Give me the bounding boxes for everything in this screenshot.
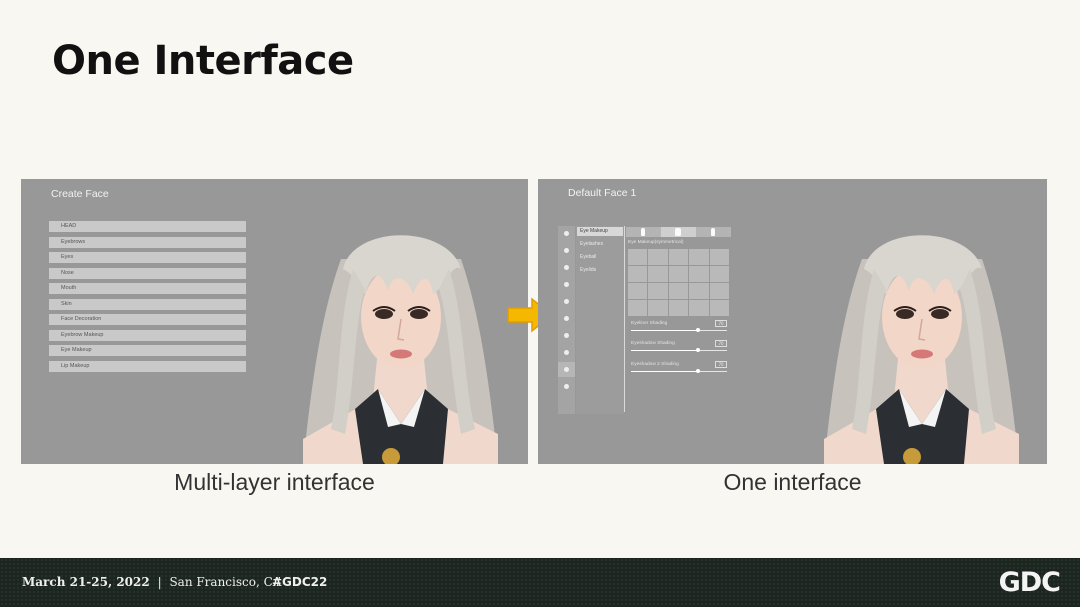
slider-fill (631, 330, 699, 331)
slider-label: Eyeshadow Shading (631, 341, 675, 346)
slider-eyeshadow-2-shading[interactable]: Eyeshadow 2 Shading 70 (631, 361, 727, 376)
slider-fill (631, 371, 699, 372)
divider (624, 226, 625, 412)
tab-view-2[interactable] (661, 227, 696, 237)
create-face-title: Create Face (51, 188, 109, 200)
footer-bar: March 21-25, 2022 | San Francisco, CA #G… (0, 558, 1080, 607)
right-caption: One interface (723, 469, 862, 495)
swatch[interactable] (689, 249, 709, 265)
swatch[interactable] (668, 283, 689, 299)
event-location: San Francisco, CA (169, 575, 282, 589)
figure-icon (711, 228, 715, 236)
slider-knob[interactable] (696, 328, 701, 332)
rail-dot[interactable] (564, 384, 569, 389)
tab-view-3[interactable] (696, 227, 731, 237)
makeup-swatch-grid (628, 249, 729, 316)
section-label: Eye Makeup(symmetrical) (628, 240, 684, 245)
slider-label: Eyeshadow 2 Shading (631, 362, 679, 367)
figure-icon (641, 228, 645, 236)
figure-icon (675, 228, 681, 236)
sub-item-eye-makeup[interactable]: Eye Makeup (577, 227, 623, 236)
slider-knob[interactable] (696, 348, 701, 352)
rail-dot[interactable] (564, 350, 569, 355)
gdc-logo: GDC (998, 567, 1061, 598)
menu-item-eye-makeup[interactable]: Eye Makeup (49, 345, 246, 356)
slider-value[interactable]: 70 (715, 340, 727, 347)
swatch[interactable] (668, 300, 689, 316)
category-rail (558, 226, 575, 414)
rail-dot-active[interactable] (564, 367, 569, 372)
rail-dot[interactable] (564, 282, 569, 287)
swatch[interactable] (689, 283, 709, 299)
multi-layer-interface-screenshot: Create Face HEAD Eyebrows Eyes Nose Mout… (21, 179, 528, 464)
swatch[interactable] (628, 249, 648, 265)
rail-dot[interactable] (564, 231, 569, 236)
swatch[interactable] (668, 266, 689, 282)
slider-value[interactable]: 70 (715, 361, 727, 368)
sub-item-eyeball[interactable]: Eyeball (577, 253, 623, 262)
swatch[interactable] (628, 300, 648, 316)
separator: | (157, 575, 162, 589)
slider-knob[interactable] (696, 369, 701, 373)
rail-dot[interactable] (564, 248, 569, 253)
default-face-title: Default Face 1 (568, 187, 637, 199)
swatch[interactable] (628, 266, 648, 282)
slide-title: One Interface (52, 38, 354, 84)
swatch[interactable] (648, 283, 668, 299)
sub-item-eyelids[interactable]: Eyelids (577, 266, 623, 275)
swatch[interactable] (709, 300, 729, 316)
slider-eyeshadow-shading[interactable]: Eyeshadow Shading 70 (631, 340, 727, 355)
menu-item-skin[interactable]: Skin (49, 298, 246, 310)
subcategory-list: Eye Makeup Eyelashes Eyeball Eyelids (576, 226, 624, 414)
character-portrait (303, 235, 498, 464)
event-info: March 21-25, 2022 | San Francisco, CA (22, 575, 281, 589)
menu-item-nose[interactable]: Nose (49, 267, 246, 279)
sub-item-eyelashes[interactable]: Eyelashes (577, 240, 623, 249)
character-portrait (824, 235, 1019, 464)
slider-value[interactable]: 70 (715, 320, 727, 327)
event-dates: March 21-25, 2022 (22, 575, 150, 589)
left-caption: Multi-layer interface (174, 469, 375, 495)
swatch[interactable] (628, 283, 648, 299)
menu-item-mouth[interactable]: Mouth (49, 283, 246, 294)
slider-fill (631, 350, 699, 351)
swatch[interactable] (709, 283, 729, 299)
rail-dot[interactable] (564, 299, 569, 304)
swatch[interactable] (689, 266, 709, 282)
menu-item-eyebrows[interactable]: Eyebrows (49, 236, 246, 248)
menu-item-face-decoration[interactable]: Face Decoration (49, 314, 246, 325)
rail-dot[interactable] (564, 316, 569, 321)
swatch[interactable] (648, 266, 668, 282)
slider-label: Eyeliner Shading (631, 321, 668, 326)
menu-item-eyebrow-makeup[interactable]: Eyebrow Makeup (49, 329, 246, 341)
swatch[interactable] (648, 300, 668, 316)
menu-item-head[interactable]: HEAD (49, 221, 246, 232)
face-category-menu: HEAD Eyebrows Eyes Nose Mouth Skin Face … (49, 221, 246, 376)
menu-item-lip-makeup[interactable]: Lip Makeup (49, 360, 246, 372)
event-hashtag: #GDC22 (272, 575, 328, 589)
slider-eyeliner-shading[interactable]: Eyeliner Shading 70 (631, 320, 727, 335)
rail-dot[interactable] (564, 265, 569, 270)
swatch[interactable] (709, 266, 729, 282)
swatch[interactable] (648, 249, 668, 265)
tab-view-1[interactable] (626, 227, 661, 237)
swatch[interactable] (709, 249, 729, 265)
swatch[interactable] (668, 249, 689, 265)
rail-dot[interactable] (564, 333, 569, 338)
view-tabs (626, 227, 732, 237)
one-interface-screenshot: Default Face 1 Eye Makeup Eyelashes Eyeb… (538, 179, 1047, 464)
menu-item-eyes[interactable]: Eyes (49, 252, 246, 263)
swatch[interactable] (689, 300, 709, 316)
